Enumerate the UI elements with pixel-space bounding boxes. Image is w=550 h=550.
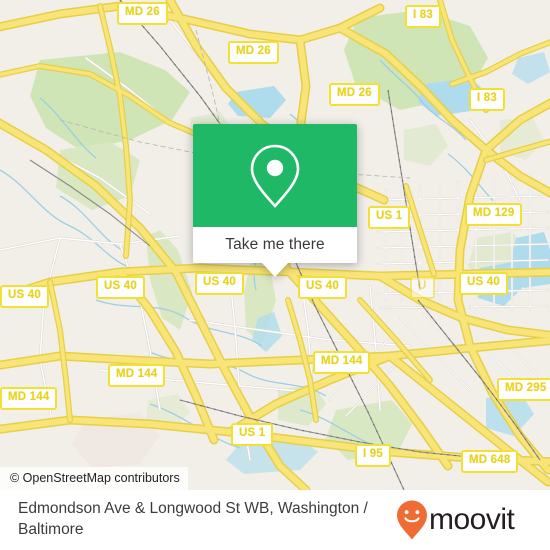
road-shield: U (410, 276, 435, 299)
road-shield: MD 648 (461, 450, 519, 473)
road-shield: MD 26 (228, 41, 279, 64)
stop-name: Edmondson Ave & Longwood St WB, Washingt… (18, 500, 368, 538)
map-attribution: © OpenStreetMap contributors (0, 467, 188, 490)
road-shield: MD 144 (108, 364, 166, 387)
moovit-logo[interactable]: moovit (396, 499, 528, 541)
road-shield: US 40 (96, 276, 145, 299)
road-shield: I 83 (469, 88, 505, 111)
road-shield: MD 26 (329, 83, 380, 106)
road-shield: US 40 (0, 285, 49, 308)
road-shield: MD 129 (465, 203, 523, 226)
road-shield: US 1 (368, 206, 411, 229)
take-me-there-card[interactable]: Take me there (193, 124, 357, 277)
road-shield: I 83 (405, 5, 441, 28)
moovit-pin-smile-icon (396, 499, 428, 541)
moovit-wordmark: moovit (429, 503, 515, 536)
card-marker-area (193, 124, 357, 227)
road-shield: MD 26 (117, 2, 168, 25)
road-shield: I 95 (355, 444, 391, 467)
road-shield: US 40 (298, 276, 347, 299)
road-shield: US 40 (459, 272, 508, 295)
take-me-there-label: Take me there (225, 236, 325, 253)
road-shield: MD 144 (313, 351, 371, 374)
road-shield: MD 295 (497, 378, 550, 401)
moovit-station-card: .w{fill:#aedcec} .wl{fill:none;stroke:#9… (0, 0, 550, 550)
road-shield: MD 144 (0, 387, 58, 410)
card-pointer-tail (262, 263, 288, 277)
take-me-there-button[interactable]: Take me there (193, 227, 357, 263)
road-shield: US 40 (195, 272, 244, 295)
map-pin-icon (248, 143, 302, 209)
bottom-info-bar: Edmondson Ave & Longwood St WB, Washingt… (0, 490, 550, 550)
road-shield: US 1 (231, 423, 274, 446)
